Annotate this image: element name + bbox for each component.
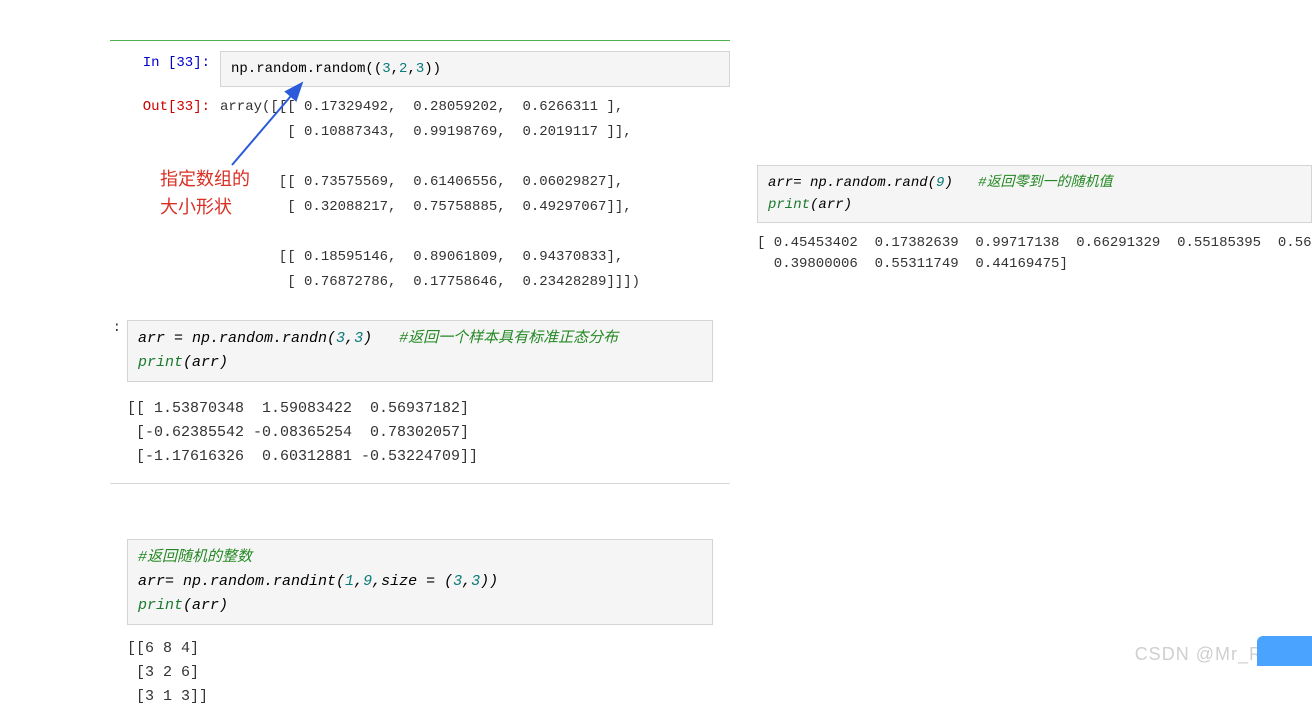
c3-pre: arr= np.random.randint(: [138, 573, 345, 590]
spacer: [110, 539, 127, 625]
c2-post: ): [363, 330, 372, 347]
left-column: In [33]: np.random.random((3,2,3)) Out[3…: [110, 40, 730, 709]
output-3: [[6 8 4] [3 2 6] [3 1 3]]: [127, 637, 730, 709]
r-comment: #返回零到一的随机值: [978, 175, 1112, 191]
right-code-box: arr= np.random.rand(9) #返回零到一的随机值 print(…: [757, 165, 1312, 223]
c3-b: 9: [363, 573, 372, 590]
code-prefix: np.random.random((: [231, 61, 382, 77]
in-prompt: In [33]:: [110, 51, 220, 75]
out-prompt: Out[33]:: [110, 95, 220, 119]
comma2: ,: [407, 61, 415, 77]
c2-a: 3: [336, 330, 345, 347]
c3-d: 3: [471, 573, 480, 590]
c2-comma: ,: [345, 330, 354, 347]
r-print: print: [768, 197, 810, 213]
c2-print-post: (arr): [183, 354, 228, 371]
output-prefix: array(: [220, 99, 270, 115]
code-box-1: np.random.random((3,2,3)): [220, 51, 730, 87]
c3-print-post: (arr): [183, 597, 228, 614]
num-c: 3: [416, 61, 424, 77]
cell-1: In [33]: np.random.random((3,2,3)): [110, 51, 730, 87]
c3-a: 1: [345, 573, 354, 590]
r-post: ): [944, 175, 952, 191]
cell-3: #返回随机的整数 arr= np.random.randint(1,9,size…: [110, 539, 730, 709]
c2-b: 3: [354, 330, 363, 347]
c2-comment: #返回一个样本具有标准正态分布: [399, 330, 618, 347]
c3-comment: #返回随机的整数: [138, 546, 702, 570]
output-body: [[[ 0.17329492, 0.28059202, 0.6266311 ],…: [220, 99, 640, 290]
output-1: array([[[ 0.17329492, 0.28059202, 0.6266…: [220, 95, 640, 295]
code-box-3: #返回随机的整数 arr= np.random.randint(1,9,size…: [127, 539, 713, 625]
c2-print: print: [138, 354, 183, 371]
c3-c1: ,: [354, 573, 363, 590]
r-print-post: (arr): [810, 197, 852, 213]
output-2: [[ 1.53870348 1.59083422 0.56937182] [-0…: [127, 397, 730, 469]
c2-pre: arr = np.random.randn(: [138, 330, 336, 347]
code-suffix: )): [424, 61, 441, 77]
c3-c2: ,: [462, 573, 471, 590]
c3-post: )): [480, 573, 498, 590]
colon-prompt: :: [110, 320, 127, 382]
num-a: 3: [382, 61, 390, 77]
c3-print: print: [138, 597, 183, 614]
c3-mid: ,size = (: [372, 573, 453, 590]
corner-badge-icon: [1257, 636, 1312, 666]
divider-top: [110, 40, 730, 41]
r-pre: arr= np.random.rand(: [768, 175, 936, 191]
comma1: ,: [391, 61, 399, 77]
c3-c: 3: [453, 573, 462, 590]
annotation-text: 指定数组的 大小形状: [160, 165, 250, 221]
cell-2: : arr = np.random.randn(3,3) #返回一个样本具有标准…: [110, 320, 730, 484]
right-column: arr= np.random.rand(9) #返回零到一的随机值 print(…: [757, 165, 1312, 275]
divider-2: [110, 483, 730, 484]
annotation-content: 指定数组的 大小形状: [160, 169, 250, 217]
code-box-2: arr = np.random.randn(3,3) #返回一个样本具有标准正态…: [127, 320, 713, 382]
right-output: [ 0.45453402 0.17382639 0.99717138 0.662…: [757, 233, 1312, 275]
